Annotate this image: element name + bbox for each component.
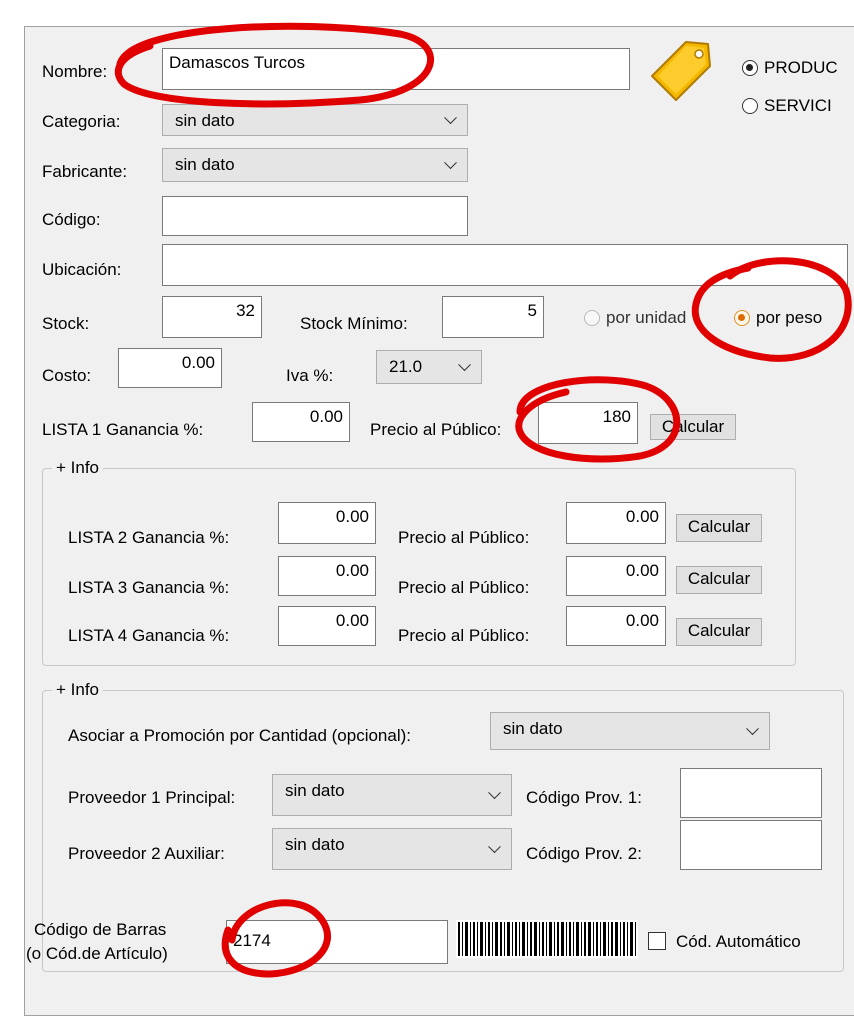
codigo-prov1-input[interactable] xyxy=(680,768,822,818)
info-group-proveedores-title[interactable]: + Info xyxy=(52,680,104,700)
lista4-calcular-button[interactable]: Calcular xyxy=(676,618,762,646)
codigo-input[interactable] xyxy=(162,196,468,236)
fabricante-value: sin dato xyxy=(175,155,235,174)
costo-input[interactable]: 0.00 xyxy=(118,348,222,388)
producto-label: PRODUC xyxy=(764,58,838,77)
chevron-down-icon xyxy=(458,358,471,372)
categoria-value: sin dato xyxy=(175,111,235,130)
codigo-prov1-label: Código Prov. 1: xyxy=(526,788,642,807)
categoria-select[interactable]: sin dato xyxy=(162,104,468,136)
chevron-down-icon xyxy=(444,111,457,125)
price-tag-icon xyxy=(651,41,711,101)
proveedor1-select[interactable]: sin dato xyxy=(272,774,512,816)
lista1-ganancia-input[interactable]: 0.00 xyxy=(252,402,350,442)
promocion-value: sin dato xyxy=(503,719,563,738)
codigo-prov2-input[interactable] xyxy=(680,820,822,870)
lista1-precio-label: Precio al Público: xyxy=(370,420,502,439)
iva-select[interactable]: 21.0 xyxy=(376,350,482,384)
promocion-label: Asociar a Promoción por Cantidad (opcion… xyxy=(68,726,412,745)
categoria-label: Categoria: xyxy=(42,112,121,131)
nombre-label: Nombre: xyxy=(42,62,108,81)
lista3-ganancia-input[interactable]: 0.00 xyxy=(278,556,376,596)
costo-label: Costo: xyxy=(42,366,92,385)
lista4-precio-label: Precio al Público: xyxy=(398,626,530,645)
chevron-down-icon xyxy=(488,840,501,854)
fabricante-select[interactable]: sin dato xyxy=(162,148,468,182)
stock-label: Stock: xyxy=(42,314,90,333)
lista4-precio-input[interactable]: 0.00 xyxy=(566,606,666,646)
stock-input[interactable]: 32 xyxy=(162,296,262,338)
lista3-ganancia-label: LISTA 3 Ganancia %: xyxy=(68,578,230,597)
ubicacion-input[interactable] xyxy=(162,244,848,286)
lista2-precio-input[interactable]: 0.00 xyxy=(566,502,666,544)
iva-value: 21.0 xyxy=(389,357,423,376)
por-peso-radio[interactable] xyxy=(734,310,750,326)
servicio-label: SERVICI xyxy=(764,96,832,115)
codigo-automatico-checkbox[interactable] xyxy=(648,932,666,950)
lista3-precio-label: Precio al Público: xyxy=(398,578,530,597)
codigo-barras-label: Código de Barras xyxy=(34,920,167,939)
iva-label: Iva %: xyxy=(286,366,334,385)
nombre-input[interactable]: Damascos Turcos xyxy=(162,48,630,90)
codigo-barras-input[interactable]: 2174 xyxy=(226,920,448,964)
servicio-radio[interactable] xyxy=(742,98,758,114)
proveedor1-label: Proveedor 1 Principal: xyxy=(68,788,236,807)
chevron-down-icon xyxy=(444,156,457,170)
lista2-ganancia-label: LISTA 2 Ganancia %: xyxy=(68,528,230,547)
por-peso-label: por peso xyxy=(756,308,823,327)
promocion-select[interactable]: sin dato xyxy=(490,712,770,750)
fabricante-label: Fabricante: xyxy=(42,162,128,181)
proveedor2-select[interactable]: sin dato xyxy=(272,828,512,870)
barcode-icon xyxy=(456,920,638,958)
codigo-automatico-label: Cód. Automático xyxy=(676,932,801,951)
proveedor1-value: sin dato xyxy=(285,781,345,800)
por-unidad-label: por unidad xyxy=(606,308,687,327)
lista2-calcular-button[interactable]: Calcular xyxy=(676,514,762,542)
chevron-down-icon xyxy=(746,722,759,736)
producto-radio[interactable] xyxy=(742,60,758,76)
codigo-articulo-label: (o Cód.de Artículo) xyxy=(26,944,168,963)
proveedor2-value: sin dato xyxy=(285,835,345,854)
lista4-ganancia-input[interactable]: 0.00 xyxy=(278,606,376,646)
ubicacion-label: Ubicación: xyxy=(42,260,122,279)
codigo-prov2-label: Código Prov. 2: xyxy=(526,844,642,863)
lista1-ganancia-label: LISTA 1 Ganancia %: xyxy=(42,420,204,439)
stock-minimo-label: Stock Mínimo: xyxy=(300,314,408,333)
codigo-label: Código: xyxy=(42,210,101,229)
proveedor2-label: Proveedor 2 Auxiliar: xyxy=(68,844,225,863)
por-unidad-radio[interactable] xyxy=(584,310,600,326)
chevron-down-icon xyxy=(488,786,501,800)
lista3-calcular-button[interactable]: Calcular xyxy=(676,566,762,594)
lista3-precio-input[interactable]: 0.00 xyxy=(566,556,666,596)
lista4-ganancia-label: LISTA 4 Ganancia %: xyxy=(68,626,230,645)
lista1-calcular-button[interactable]: Calcular xyxy=(650,414,736,440)
lista1-precio-input[interactable]: 180 xyxy=(538,402,638,444)
info-group-listas-title[interactable]: + Info xyxy=(52,458,104,478)
lista2-precio-label: Precio al Público: xyxy=(398,528,530,547)
stock-minimo-input[interactable]: 5 xyxy=(442,296,544,338)
lista2-ganancia-input[interactable]: 0.00 xyxy=(278,502,376,544)
